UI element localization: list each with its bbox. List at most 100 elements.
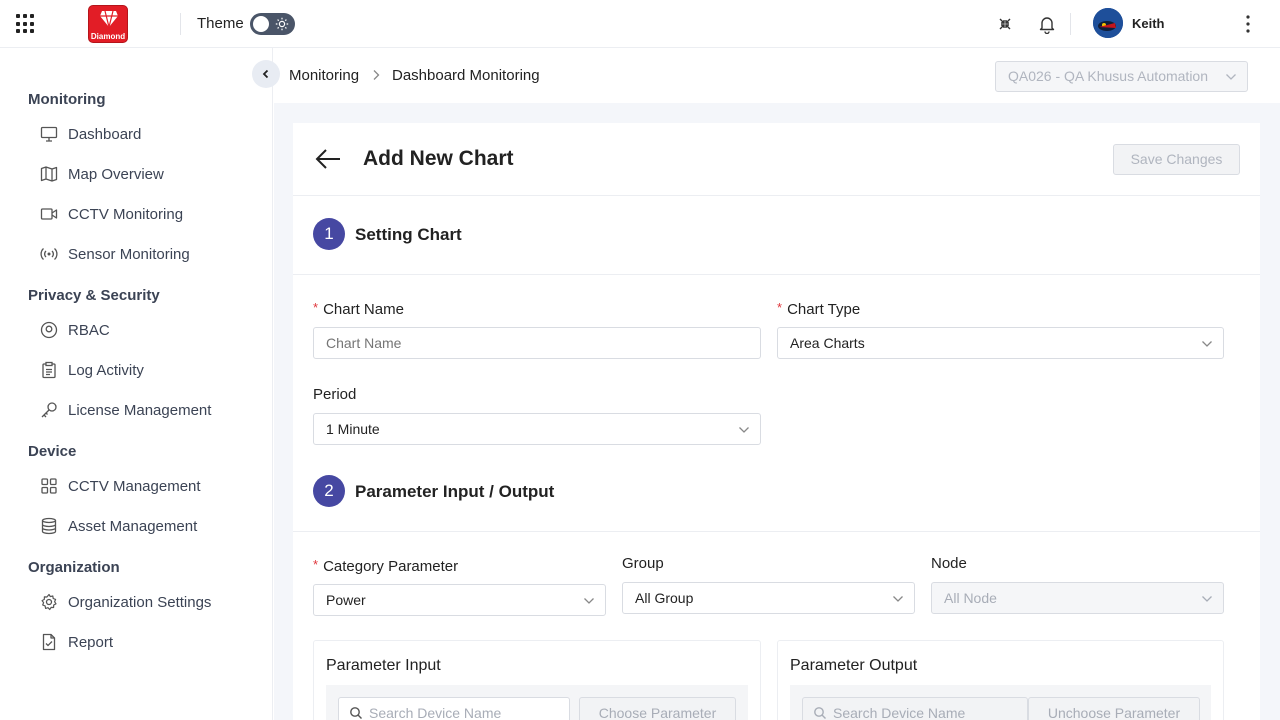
sidebar-item-sensor-monitoring[interactable]: Sensor Monitoring bbox=[40, 242, 190, 266]
chevron-left-icon bbox=[262, 69, 269, 79]
required-marker: * bbox=[777, 300, 783, 315]
sidebar-item-cctv-monitoring[interactable]: CCTV Monitoring bbox=[40, 202, 183, 226]
category-parameter-label-text: Category Parameter bbox=[323, 558, 459, 575]
chart-type-label: * Chart Type bbox=[777, 300, 860, 318]
broadcast-icon bbox=[40, 248, 58, 260]
unchoose-parameter-button[interactable]: Unchoose Parameter bbox=[1028, 697, 1200, 720]
group-select[interactable]: All Group bbox=[622, 582, 915, 614]
divider bbox=[293, 195, 1260, 196]
sidebar: Monitoring Dashboard Map Overview CCTV M… bbox=[0, 48, 273, 720]
parameter-input-search[interactable]: Search Device Name bbox=[338, 697, 570, 720]
parameter-input-toolbar: Search Device Name Choose Parameter bbox=[326, 685, 748, 720]
sun-icon bbox=[275, 17, 289, 31]
divider bbox=[1070, 13, 1071, 35]
sidebar-item-organization-settings[interactable]: Organization Settings bbox=[40, 590, 211, 614]
back-arrow-icon[interactable] bbox=[314, 147, 342, 171]
node-label: Node bbox=[931, 555, 967, 572]
sidebar-item-label: RBAC bbox=[68, 321, 110, 339]
parameter-output-search[interactable]: Search Device Name bbox=[802, 697, 1028, 720]
sidebar-item-label: Log Activity bbox=[68, 361, 144, 379]
sidebar-item-label: Organization Settings bbox=[68, 593, 212, 611]
chevron-down-icon bbox=[739, 427, 749, 433]
divider bbox=[293, 531, 1260, 532]
chevron-down-icon bbox=[1226, 74, 1236, 80]
kebab-menu-icon[interactable] bbox=[1240, 14, 1256, 34]
node-select[interactable]: All Node bbox=[931, 582, 1224, 614]
chart-type-select[interactable]: Area Charts bbox=[777, 327, 1224, 359]
chart-name-input[interactable] bbox=[313, 327, 761, 359]
search-placeholder: Search Device Name bbox=[369, 705, 502, 720]
sidebar-item-label: CCTV Monitoring bbox=[68, 205, 184, 223]
breadcrumb-monitoring[interactable]: Monitoring bbox=[289, 67, 359, 84]
top-bar: Diamond Theme Keith bbox=[0, 0, 1280, 48]
breadcrumb-dashboard-monitoring: Dashboard Monitoring bbox=[392, 67, 540, 84]
sidebar-item-label: License Management bbox=[68, 401, 212, 419]
chart-name-label: * Chart Name bbox=[313, 300, 404, 318]
category-parameter-value: Power bbox=[326, 592, 366, 608]
search-icon bbox=[350, 707, 362, 719]
parameter-input-panel: Parameter Input Search Device Name Choos… bbox=[313, 640, 761, 720]
chart-type-label-text: Chart Type bbox=[787, 301, 861, 318]
sidebar-section-organization: Organization bbox=[28, 559, 120, 576]
category-parameter-select[interactable]: Power bbox=[313, 584, 606, 616]
collapse-fullscreen-icon[interactable] bbox=[995, 14, 1015, 34]
save-changes-button[interactable]: Save Changes bbox=[1113, 144, 1240, 175]
bell-icon[interactable] bbox=[1037, 14, 1057, 34]
chart-name-label-text: Chart Name bbox=[323, 301, 404, 318]
avatar-image bbox=[1093, 8, 1123, 38]
step-title: Setting Chart bbox=[355, 225, 462, 244]
sidebar-item-label: Report bbox=[68, 633, 114, 651]
brand-logo[interactable]: Diamond bbox=[88, 5, 128, 43]
sidebar-item-label: CCTV Management bbox=[68, 477, 201, 495]
monitor-icon bbox=[40, 126, 58, 142]
divider bbox=[180, 13, 181, 35]
choose-parameter-button[interactable]: Choose Parameter bbox=[579, 697, 736, 720]
clipboard-icon bbox=[42, 361, 56, 379]
parameter-input-title: Parameter Input bbox=[326, 657, 441, 674]
group-value: All Group bbox=[635, 590, 694, 606]
page-title: Add New Chart bbox=[363, 147, 514, 170]
app-grid-icon[interactable] bbox=[16, 14, 36, 34]
group-label: Group bbox=[622, 555, 664, 572]
period-select[interactable]: 1 Minute bbox=[313, 413, 761, 445]
node-value: All Node bbox=[944, 590, 997, 606]
sidebar-item-map-overview[interactable]: Map Overview bbox=[40, 162, 164, 186]
period-value: 1 Minute bbox=[326, 421, 380, 437]
sidebar-section-privacy-security: Privacy & Security bbox=[28, 287, 160, 304]
chevron-down-icon bbox=[893, 596, 903, 602]
grid-icon bbox=[41, 478, 57, 494]
period-label: Period bbox=[313, 386, 357, 403]
sidebar-item-log-activity[interactable]: Log Activity bbox=[40, 358, 144, 382]
sidebar-item-dashboard[interactable]: Dashboard bbox=[40, 122, 141, 146]
parameter-output-toolbar: Search Device Name Unchoose Parameter bbox=[790, 685, 1211, 720]
sidebar-item-license-management[interactable]: License Management bbox=[40, 398, 211, 422]
parameter-output-title: Parameter Output bbox=[790, 657, 918, 674]
step-number-badge: 2 bbox=[313, 475, 345, 507]
sidebar-item-asset-management[interactable]: Asset Management bbox=[40, 514, 197, 538]
sidebar-collapse-button[interactable] bbox=[252, 60, 280, 88]
gear-icon bbox=[41, 593, 57, 611]
organization-select[interactable]: QA026 - QA Khusus Automation bbox=[995, 61, 1248, 92]
theme-toggle[interactable] bbox=[250, 13, 295, 35]
required-marker: * bbox=[313, 300, 319, 315]
search-icon bbox=[814, 707, 826, 719]
sidebar-item-label: Dashboard bbox=[68, 125, 142, 143]
theme-label: Theme bbox=[197, 15, 244, 32]
sidebar-item-report[interactable]: Report bbox=[40, 630, 113, 654]
step-number-badge: 1 bbox=[313, 218, 345, 250]
avatar[interactable] bbox=[1093, 8, 1123, 38]
logo-text: Diamond bbox=[90, 32, 126, 41]
user-name: Keith bbox=[1132, 16, 1165, 31]
map-icon bbox=[40, 166, 58, 182]
sidebar-item-label: Asset Management bbox=[68, 517, 198, 535]
user-circle-icon bbox=[40, 321, 58, 339]
required-marker: * bbox=[313, 557, 319, 572]
search-placeholder: Search Device Name bbox=[833, 705, 966, 720]
sidebar-item-cctv-management[interactable]: CCTV Management bbox=[40, 474, 201, 498]
sidebar-item-label: Map Overview bbox=[68, 165, 164, 183]
key-icon bbox=[41, 402, 57, 418]
chevron-down-icon bbox=[1202, 596, 1212, 602]
chevron-down-icon bbox=[584, 598, 594, 604]
sidebar-item-rbac[interactable]: RBAC bbox=[40, 318, 110, 342]
chevron-right-icon bbox=[373, 70, 380, 80]
